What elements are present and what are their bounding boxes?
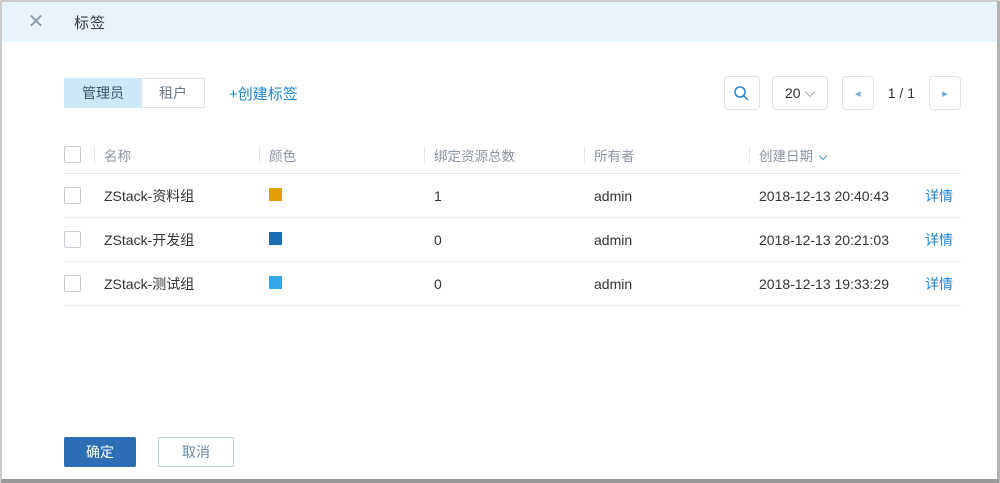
close-icon[interactable]: ✕	[26, 12, 46, 32]
tags-dialog: ✕ 标签 管理员 租户 +创建标签 20 ◂ 1 / 1 ▸ 名称 颜色 绑定资…	[0, 0, 1000, 483]
tag-created-date: 2018-12-13 20:40:43	[759, 187, 889, 204]
tag-created-date: 2018-12-13 19:33:29	[759, 275, 889, 292]
tags-table: 名称 颜色 绑定资源总数 所有者 创建日期 ZStack-资料组 1 admin…	[64, 136, 961, 306]
column-header-created[interactable]: 创建日期	[749, 145, 915, 165]
tab-tenant[interactable]: 租户	[142, 78, 205, 108]
column-header-owner: 所有者	[584, 145, 749, 165]
tag-owner: admin	[594, 187, 633, 204]
tag-name: ZStack-开发组	[104, 231, 195, 248]
search-button[interactable]	[723, 76, 760, 110]
dialog-content: 管理员 租户 +创建标签 20 ◂ 1 / 1 ▸ 名称 颜色 绑定资源总数 所…	[2, 76, 997, 306]
tag-owner: admin	[594, 275, 633, 292]
chevron-down-icon	[804, 86, 815, 97]
select-all-checkbox[interactable]	[64, 146, 81, 163]
tag-color-swatch	[269, 187, 282, 201]
page-indicator: 1 / 1	[887, 85, 915, 101]
table-row[interactable]: ZStack-测试组 0 admin 2018-12-13 19:33:29 详…	[64, 262, 961, 306]
column-header-created-label: 创建日期	[759, 148, 813, 164]
next-page-button[interactable]: ▸	[929, 76, 961, 110]
tab-admin[interactable]: 管理员	[64, 78, 142, 108]
tag-created-date: 2018-12-13 20:21:03	[759, 231, 889, 248]
dialog-header: ✕ 标签	[2, 2, 997, 42]
header-checkbox-cell	[64, 146, 94, 163]
detail-link[interactable]: 详情	[925, 276, 953, 292]
tag-color-swatch	[269, 231, 282, 245]
page-size-dropdown[interactable]: 20	[771, 76, 828, 110]
column-header-name: 名称	[94, 145, 259, 165]
dialog-footer: 确定 取消	[64, 437, 234, 467]
column-header-color: 颜色	[259, 145, 424, 165]
column-header-bound-count: 绑定资源总数	[424, 145, 584, 165]
sort-chevron-icon	[818, 151, 828, 160]
tag-name: ZStack-资料组	[104, 187, 195, 204]
detail-link[interactable]: 详情	[925, 232, 953, 248]
row-checkbox[interactable]	[64, 187, 81, 205]
row-checkbox[interactable]	[64, 231, 81, 249]
prev-page-button[interactable]: ◂	[841, 76, 874, 110]
create-tag-link[interactable]: +创建标签	[229, 83, 298, 104]
confirm-button[interactable]: 确定	[64, 437, 136, 467]
tag-bound-count: 1	[434, 187, 442, 204]
prev-page-icon: ◂	[854, 87, 861, 100]
row-checkbox[interactable]	[64, 275, 81, 293]
toolbar: 管理员 租户 +创建标签 20 ◂ 1 / 1 ▸	[64, 76, 961, 110]
tag-bound-count: 0	[434, 275, 442, 292]
tag-bound-count: 0	[434, 231, 442, 248]
table-row[interactable]: ZStack-开发组 0 admin 2018-12-13 20:21:03 详…	[64, 218, 961, 262]
table-row[interactable]: ZStack-资料组 1 admin 2018-12-13 20:40:43 详…	[64, 174, 961, 218]
tag-owner: admin	[594, 231, 633, 248]
next-page-icon: ▸	[942, 87, 948, 100]
dialog-title: 标签	[74, 14, 107, 32]
page-size-value: 20	[784, 85, 801, 101]
tag-name: ZStack-测试组	[104, 275, 195, 292]
toolbar-right: 20 ◂ 1 / 1 ▸	[723, 76, 961, 110]
tab-group: 管理员 租户	[64, 78, 205, 108]
cancel-button[interactable]: 取消	[158, 437, 234, 467]
detail-link[interactable]: 详情	[925, 188, 953, 204]
table-header-row: 名称 颜色 绑定资源总数 所有者 创建日期	[64, 136, 961, 174]
tag-color-swatch	[269, 275, 282, 289]
search-icon	[734, 85, 749, 101]
